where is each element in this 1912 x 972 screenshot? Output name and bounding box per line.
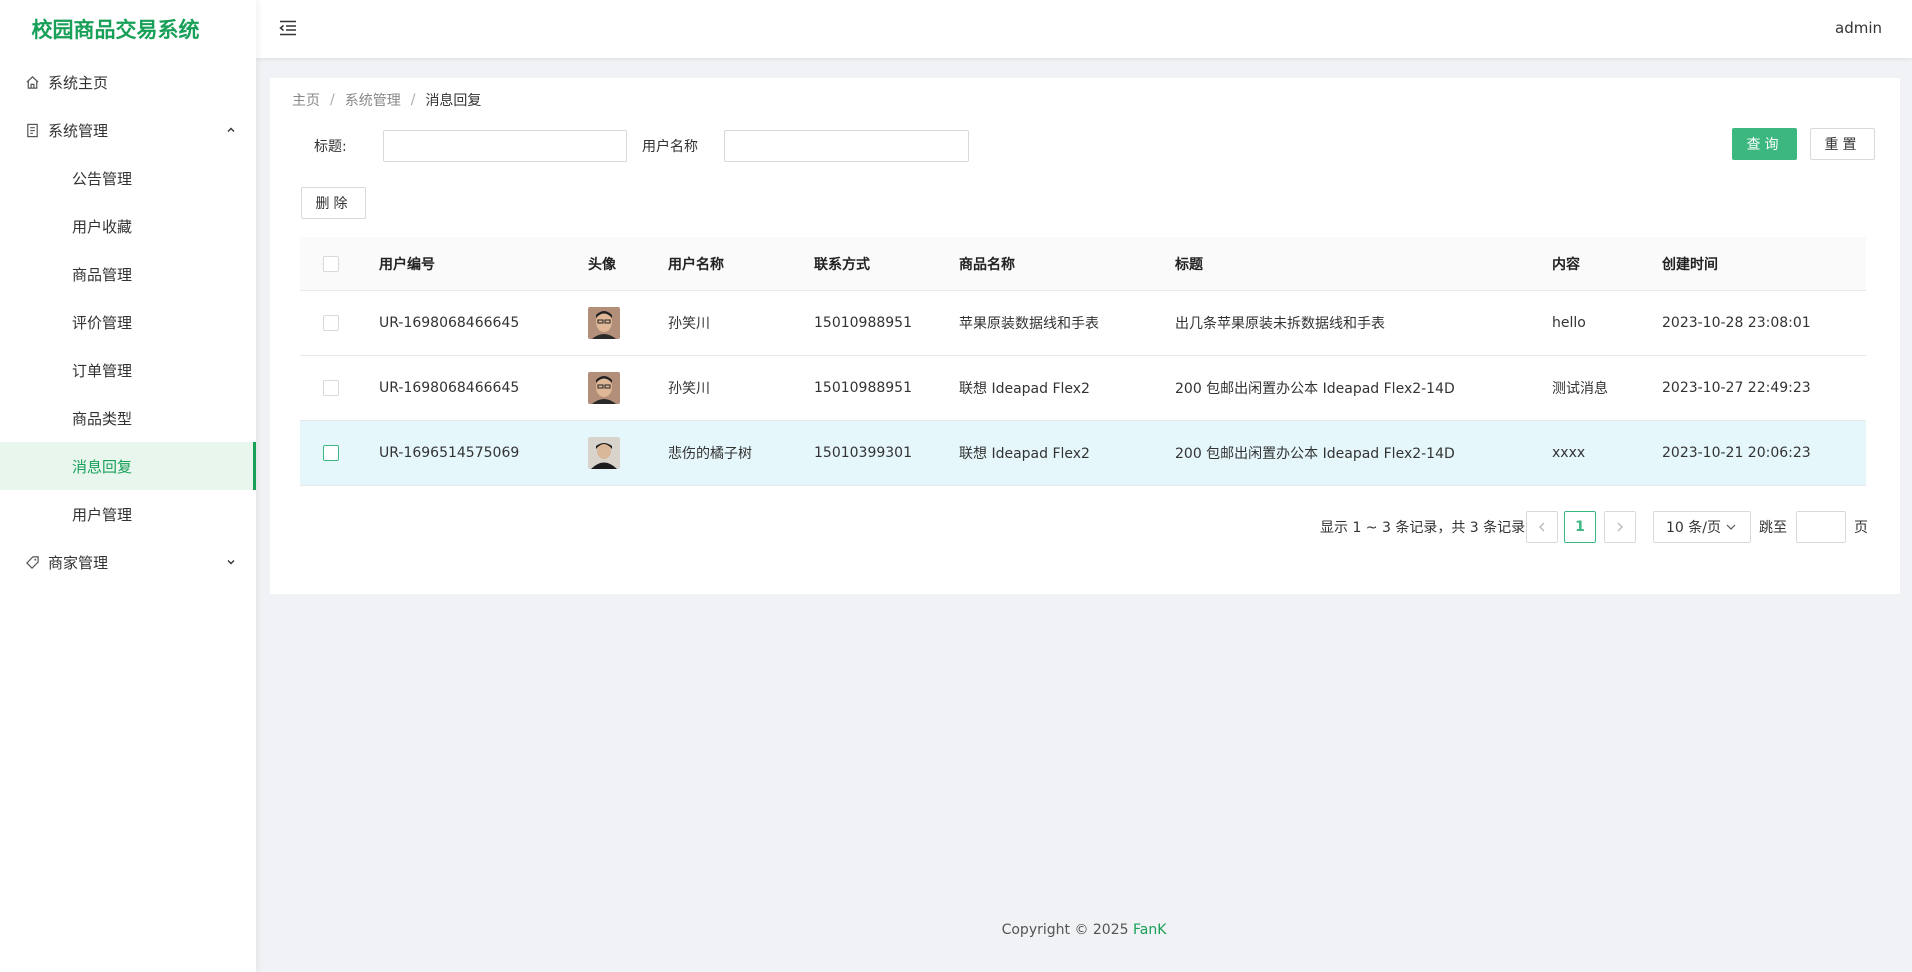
next-page-button[interactable]: [1604, 511, 1636, 543]
product-cell: 联想 Ideapad Flex2: [959, 381, 1090, 397]
breadcrumb-current: 消息回复: [425, 93, 482, 109]
created-time-cell: 2023-10-21 20:06:23: [1662, 445, 1811, 461]
table-row[interactable]: UR-1698068466645 孙笑川 15010988951 联想 Idea…: [300, 356, 1866, 421]
user-avatar: [588, 372, 620, 404]
app-logo-title: 校园商品交易系统: [31, 18, 200, 42]
top-header: admin: [256, 0, 1912, 58]
content-cell: xxxx: [1552, 445, 1586, 461]
username-cell: 孙笑川: [668, 381, 710, 397]
breadcrumb-system[interactable]: 系统管理: [345, 90, 401, 110]
pagination-summary: 显示 1 ~ 3 条记录，共 3 条记录: [1320, 520, 1526, 536]
copyright-text: Copyright © 2025: [1001, 922, 1133, 938]
sidebar-group-system[interactable]: 系统管理: [0, 106, 256, 154]
sidebar-item-favorites[interactable]: 用户收藏: [0, 202, 256, 250]
column-header: 内容: [1552, 256, 1580, 273]
row-checkbox[interactable]: [323, 315, 339, 331]
page-suffix-label: 页: [1854, 520, 1868, 536]
column-header: 创建时间: [1662, 256, 1718, 273]
query-button[interactable]: 查询: [1732, 128, 1797, 160]
column-header: 商品名称: [959, 256, 1015, 273]
phone-cell: 15010988951: [814, 380, 912, 396]
jump-page-input[interactable]: [1796, 511, 1846, 543]
username-cell: 悲伤的橘子树: [668, 446, 752, 462]
username-cell: 孙笑川: [668, 316, 710, 332]
user-avatar: [588, 437, 620, 469]
sidebar-group-label: 系统管理: [48, 121, 109, 140]
document-icon: [24, 122, 40, 138]
created-time-cell: 2023-10-28 23:08:01: [1662, 315, 1811, 331]
sidebar: 校园商品交易系统 系统主页 系统管理 公告管理 用户收藏 商品管理 评价管理 订…: [0, 0, 256, 972]
username-filter-label: 用户名称: [642, 139, 698, 155]
home-icon: [24, 74, 40, 90]
footer: Copyright © 2025 FanK: [256, 922, 1912, 938]
delete-button[interactable]: 删除: [301, 187, 366, 219]
sidebar-item-product-types[interactable]: 商品类型: [0, 394, 256, 442]
title-filter-input[interactable]: [383, 130, 627, 162]
content-card: 主页 / 系统管理 / 消息回复 标题: 用户名称 查询 重置 删除 用户编号 …: [270, 78, 1900, 594]
column-header: 用户编号: [379, 256, 435, 273]
product-cell: 苹果原装数据线和手表: [959, 316, 1099, 332]
user-menu[interactable]: admin: [1835, 19, 1882, 37]
chevron-down-icon: [1726, 524, 1736, 530]
table-row[interactable]: UR-1696514575069 悲伤的橘子树 15010399301 联想 I…: [300, 421, 1866, 486]
sidebar-item-reviews[interactable]: 评价管理: [0, 298, 256, 346]
sidebar-item-announcements[interactable]: 公告管理: [0, 154, 256, 202]
column-header: 联系方式: [814, 256, 870, 273]
sidebar-item-users[interactable]: 用户管理: [0, 490, 256, 538]
user-id-cell: UR-1696514575069: [379, 445, 520, 461]
user-avatar: [588, 307, 620, 339]
tag-icon: [24, 554, 40, 570]
row-checkbox[interactable]: [323, 380, 339, 396]
footer-brand-link[interactable]: FanK: [1133, 922, 1166, 938]
username-filter-input[interactable]: [724, 130, 969, 162]
chevron-up-icon: [226, 121, 236, 139]
column-header: 头像: [588, 256, 616, 273]
breadcrumb-separator: /: [410, 92, 416, 108]
title-cell: 出几条苹果原装未拆数据线和手表: [1175, 316, 1385, 332]
sidebar-item-messages[interactable]: 消息回复: [0, 442, 256, 490]
phone-cell: 15010399301: [814, 445, 912, 461]
content-cell: 测试消息: [1552, 381, 1608, 397]
chevron-down-icon: [226, 553, 236, 571]
title-filter-label: 标题:: [314, 139, 347, 155]
breadcrumb: 主页 / 系统管理 / 消息回复: [292, 90, 481, 110]
column-header: 标题: [1175, 256, 1203, 273]
created-time-cell: 2023-10-27 22:49:23: [1662, 380, 1811, 396]
sidebar-group-label: 商家管理: [48, 553, 109, 572]
row-checkbox[interactable]: [323, 445, 339, 461]
chevron-right-icon: [1617, 522, 1623, 532]
breadcrumb-home[interactable]: 主页: [292, 90, 320, 110]
sidebar-group-merchant[interactable]: 商家管理: [0, 538, 256, 586]
user-id-cell: UR-1698068466645: [379, 315, 520, 331]
page-number-button[interactable]: 1: [1564, 511, 1596, 543]
page-size-value: 10 条/页: [1666, 520, 1721, 536]
select-all-checkbox[interactable]: [323, 255, 339, 272]
sidebar-item-home[interactable]: 系统主页: [0, 58, 256, 106]
sidebar-item-label: 系统主页: [48, 73, 109, 92]
title-cell: 200 包邮出闲置办公本 Ideapad Flex2-14D: [1175, 446, 1455, 462]
title-cell: 200 包邮出闲置办公本 Ideapad Flex2-14D: [1175, 381, 1455, 397]
sidebar-item-orders[interactable]: 订单管理: [0, 346, 256, 394]
user-id-cell: UR-1698068466645: [379, 380, 520, 396]
jump-label: 跳至: [1759, 520, 1787, 536]
chevron-left-icon: [1539, 522, 1545, 532]
table-header: 用户编号 头像 用户名称 联系方式 商品名称 标题 内容 创建时间: [300, 237, 1866, 291]
column-header: 用户名称: [668, 256, 724, 273]
page-size-select[interactable]: 10 条/页: [1653, 511, 1751, 543]
phone-cell: 15010988951: [814, 315, 912, 331]
sidebar-item-products[interactable]: 商品管理: [0, 250, 256, 298]
menu-fold-icon[interactable]: [278, 18, 300, 40]
content-cell: hello: [1552, 315, 1586, 331]
prev-page-button[interactable]: [1526, 511, 1558, 543]
messages-table: 用户编号 头像 用户名称 联系方式 商品名称 标题 内容 创建时间 UR-169…: [300, 237, 1866, 486]
table-row[interactable]: UR-1698068466645 孙笑川 15010988951 苹果原装数据线…: [300, 291, 1866, 356]
product-cell: 联想 Ideapad Flex2: [959, 446, 1090, 462]
breadcrumb-separator: /: [330, 92, 335, 108]
reset-button[interactable]: 重置: [1810, 128, 1875, 160]
